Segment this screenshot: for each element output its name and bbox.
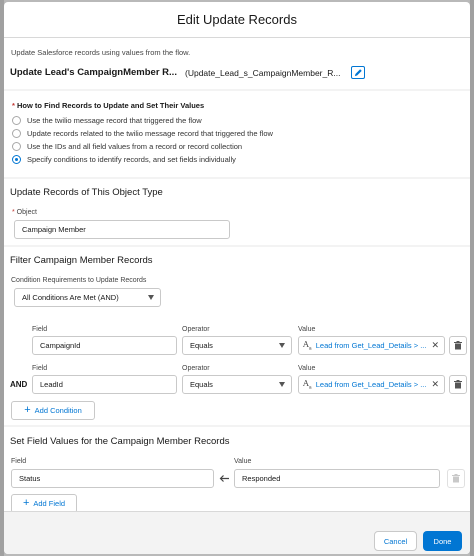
chevron-down-icon — [148, 295, 154, 300]
condition-value-label: Value — [298, 326, 316, 333]
arrow-left-icon — [219, 473, 230, 484]
modal-footer: Cancel Done — [4, 511, 470, 554]
radio-button[interactable] — [12, 142, 21, 151]
cancel-button[interactable]: Cancel — [374, 531, 417, 551]
condition-value-input[interactable]: Aa Lead from Get_Lead_Details > ... ✕ — [298, 375, 445, 394]
radio-button[interactable] — [12, 116, 21, 125]
condition-field-input[interactable]: LeadId — [32, 375, 177, 394]
condition-field-label: Field — [32, 365, 48, 372]
element-label: Update Lead's CampaignMember R... — [10, 67, 177, 78]
condition-operator-label: Operator — [182, 326, 210, 333]
condition-operator-select[interactable]: Equals — [182, 336, 292, 355]
set-fields-heading: Set Field Values for the Campaign Member… — [10, 436, 230, 447]
edit-update-records-modal: Edit Update Records Update Salesforce re… — [4, 2, 470, 554]
condition-requirements-select[interactable]: All Conditions Are Met (AND) — [14, 288, 161, 307]
set-field-input[interactable]: Status — [11, 469, 214, 488]
plus-icon: + — [22, 497, 30, 509]
object-label: * Object — [12, 209, 37, 216]
add-field-button[interactable]: + Add Field — [11, 494, 77, 511]
how-to-find-label: * How to Find Records to Update and Set … — [12, 101, 205, 110]
set-value-input[interactable]: Responded — [234, 469, 440, 488]
text-type-icon: Aa — [303, 339, 312, 352]
condition-logic-label: AND — [10, 380, 28, 389]
set-field-values-section: Set Field Values for the Campaign Member… — [4, 427, 470, 511]
trash-icon — [452, 474, 460, 483]
object-input[interactable]: Campaign Member — [14, 220, 230, 239]
delete-field-button[interactable] — [447, 469, 465, 488]
done-button[interactable]: Done — [423, 531, 462, 551]
condition-value-label: Value — [298, 365, 316, 372]
modal-header: Edit Update Records — [4, 2, 470, 38]
radio-button[interactable] — [12, 129, 21, 138]
chevron-down-icon — [279, 343, 285, 348]
radio-option-conditions[interactable]: Specify conditions to identify records, … — [12, 155, 236, 164]
filter-section-heading: Filter Campaign Member Records — [10, 255, 153, 266]
object-section: Update Records of This Object Type * Obj… — [4, 179, 470, 245]
how-to-find-section: * How to Find Records to Update and Set … — [4, 91, 470, 177]
text-type-icon: Aa — [303, 378, 312, 391]
chevron-down-icon — [279, 382, 285, 387]
radio-option-related[interactable]: Update records related to the twilio mes… — [12, 129, 273, 138]
add-condition-button[interactable]: + Add Condition — [11, 401, 95, 420]
condition-field-input[interactable]: CampaignId — [32, 336, 177, 355]
condition-value-input[interactable]: Aa Lead from Get_Lead_Details > ... ✕ — [298, 336, 445, 355]
set-field-label: Field — [11, 458, 27, 465]
clear-icon[interactable]: ✕ — [431, 379, 439, 390]
trash-icon — [454, 380, 462, 389]
modal-body: Update Salesforce records using values f… — [4, 39, 470, 511]
pencil-icon — [354, 69, 362, 77]
element-api-name: (Update_Lead_s_CampaignMember_R... — [185, 68, 341, 78]
intro-description: Update Salesforce records using values f… — [11, 48, 191, 57]
condition-operator-label: Operator — [182, 365, 210, 372]
condition-operator-select[interactable]: Equals — [182, 375, 292, 394]
radio-button-selected[interactable] — [12, 155, 21, 164]
radio-option-ids[interactable]: Use the IDs and all field values from a … — [12, 142, 242, 151]
plus-icon: + — [24, 404, 31, 416]
condition-requirements-label: Condition Requirements to Update Records — [11, 277, 147, 284]
set-value-label: Value — [234, 458, 252, 465]
radio-option-triggered[interactable]: Use the twilio message record that trigg… — [12, 116, 202, 125]
condition-field-label: Field — [32, 326, 48, 333]
edit-label-button[interactable] — [351, 66, 365, 79]
modal-title: Edit Update Records — [177, 12, 297, 27]
filter-section: Filter Campaign Member Records Condition… — [4, 247, 470, 425]
clear-icon[interactable]: ✕ — [431, 340, 439, 351]
backdrop-right — [470, 0, 474, 556]
delete-condition-button[interactable] — [449, 375, 467, 394]
object-section-heading: Update Records of This Object Type — [10, 187, 163, 198]
trash-icon — [454, 341, 462, 350]
delete-condition-button[interactable] — [449, 336, 467, 355]
intro-section: Update Salesforce records using values f… — [4, 39, 470, 89]
